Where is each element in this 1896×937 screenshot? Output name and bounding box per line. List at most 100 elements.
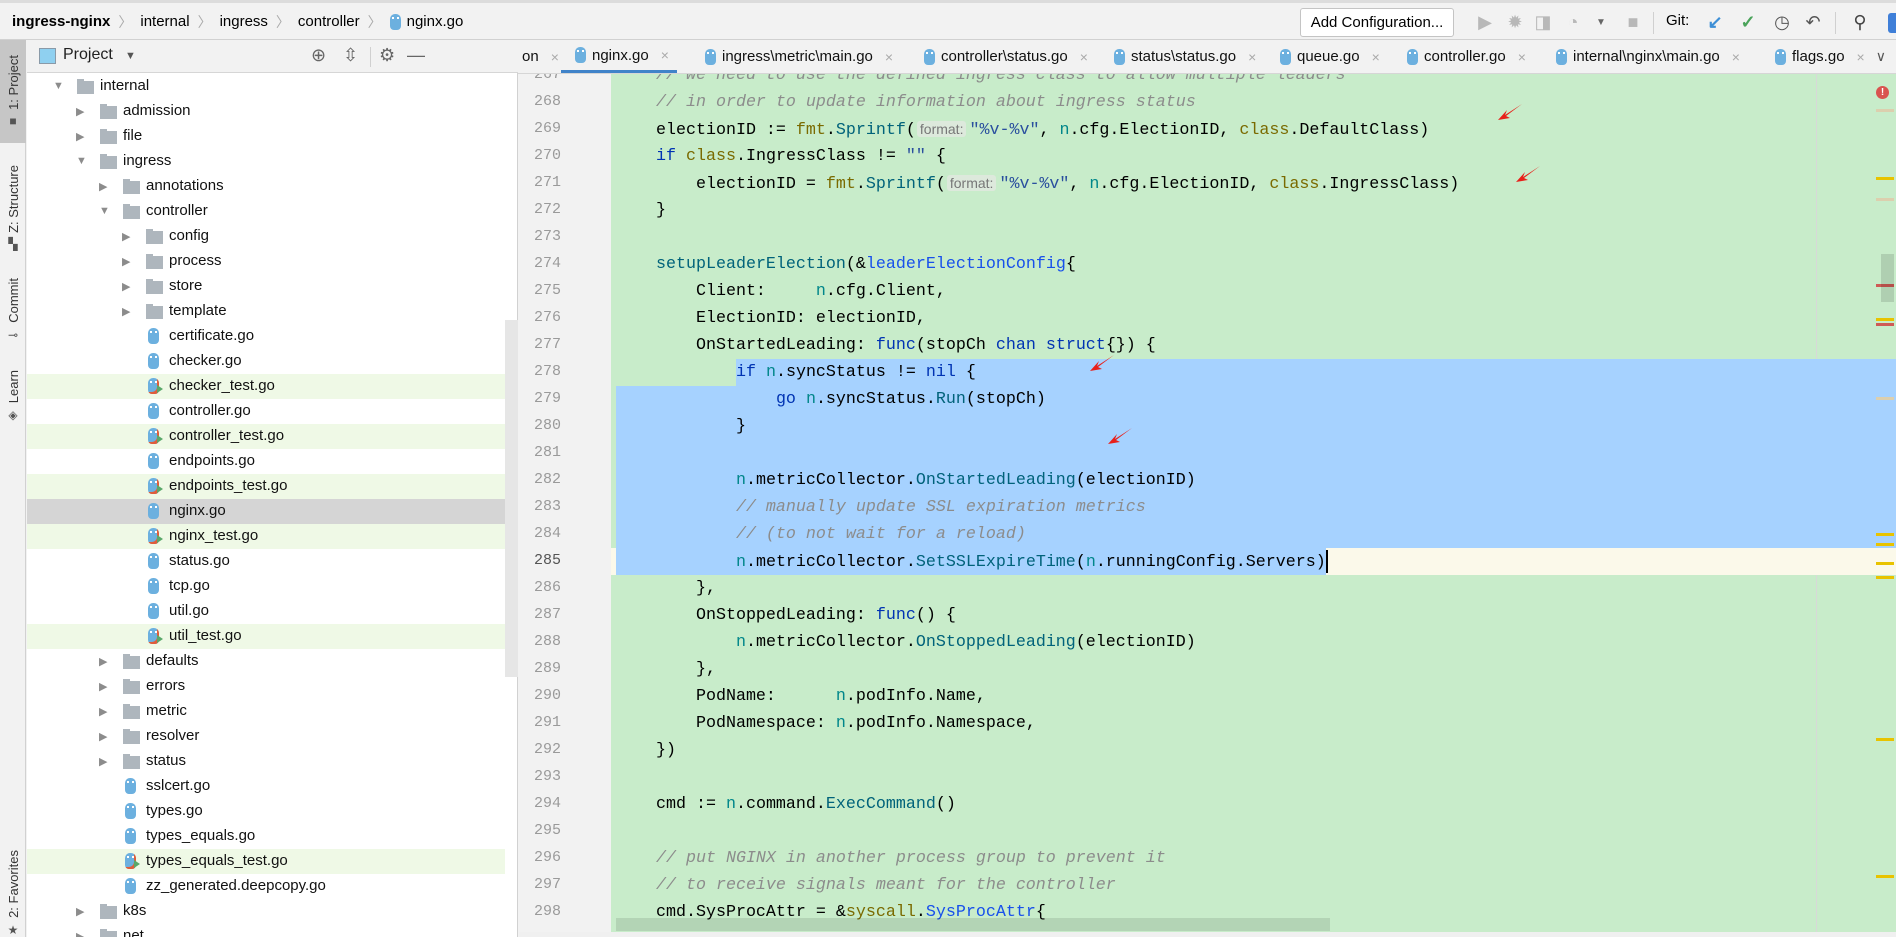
collapsed-arrow-icon[interactable]: ▶ <box>99 680 107 693</box>
line-number[interactable]: 268 <box>519 93 561 110</box>
editor-scrollbar-thumb[interactable] <box>1881 254 1894 302</box>
tree-item[interactable]: ▶ errors <box>27 674 505 699</box>
code-text[interactable]: } <box>616 415 746 438</box>
scrollbar-marker[interactable] <box>1876 576 1894 579</box>
code-text[interactable]: PodName: n.podInfo.Name, <box>616 685 986 708</box>
code-text[interactable]: // (to not wait for a reload) <box>616 523 1026 546</box>
line-number[interactable]: 282 <box>519 471 561 488</box>
tree-item[interactable]: util.go <box>27 599 505 624</box>
close-icon[interactable]: × <box>1518 49 1526 65</box>
collapsed-arrow-icon[interactable]: ▶ <box>99 705 107 718</box>
line-number[interactable]: 267 <box>519 74 561 83</box>
tool-tab-commit[interactable]: Commit ⊸ <box>0 270 26 350</box>
scrollbar-marker[interactable] <box>1876 397 1894 400</box>
line-number[interactable]: 285 <box>519 552 561 569</box>
close-icon[interactable]: × <box>661 47 669 63</box>
code-text[interactable]: }) <box>616 739 676 762</box>
line-number[interactable]: 271 <box>519 174 561 191</box>
git-update-icon[interactable]: ↙ <box>1702 9 1728 35</box>
close-icon[interactable]: × <box>1857 49 1865 65</box>
line-number[interactable]: 278 <box>519 363 561 380</box>
expanded-arrow-icon[interactable]: ▼ <box>76 155 87 167</box>
tree-item[interactable]: nginx_test.go <box>27 524 505 549</box>
collapsed-arrow-icon[interactable]: ▶ <box>122 255 130 268</box>
tree-item[interactable]: certificate.go <box>27 324 505 349</box>
code-editor[interactable]: 267 // we need to use the defined ingres… <box>519 74 1896 932</box>
collapsed-arrow-icon[interactable]: ▶ <box>122 230 130 243</box>
line-number[interactable]: 290 <box>519 687 561 704</box>
expanded-arrow-icon[interactable]: ▼ <box>53 80 64 92</box>
line-number[interactable]: 280 <box>519 417 561 434</box>
tree-item[interactable]: ▶ admission <box>27 99 505 124</box>
line-number[interactable]: 288 <box>519 633 561 650</box>
line-number[interactable]: 292 <box>519 741 561 758</box>
line-number[interactable]: 277 <box>519 336 561 353</box>
tree-item[interactable]: ▶ net <box>27 924 505 937</box>
expanded-arrow-icon[interactable]: ▼ <box>99 205 110 217</box>
coverage-icon[interactable]: ◨ <box>1530 9 1556 35</box>
line-number[interactable]: 283 <box>519 498 561 515</box>
collapsed-arrow-icon[interactable]: ▶ <box>99 655 107 668</box>
tree-item[interactable]: ▶ metric <box>27 699 505 724</box>
line-number[interactable]: 270 <box>519 147 561 164</box>
code-text[interactable]: Client: n.cfg.Client, <box>616 280 946 303</box>
code-text[interactable]: }, <box>616 658 716 681</box>
close-icon[interactable]: × <box>1248 49 1256 65</box>
collapsed-arrow-icon[interactable]: ▶ <box>122 280 130 293</box>
breadcrumb-item[interactable]: internal <box>140 13 189 30</box>
line-number[interactable]: 269 <box>519 120 561 137</box>
chevron-down-icon[interactable]: ∨ <box>1876 48 1886 65</box>
line-number[interactable]: 296 <box>519 849 561 866</box>
breadcrumb-item[interactable]: ingress <box>220 13 268 30</box>
git-rollback-icon[interactable]: ↶ <box>1800 9 1826 35</box>
tree-item[interactable]: ▶ config <box>27 224 505 249</box>
scrollbar-marker[interactable] <box>1876 533 1894 536</box>
tree-item[interactable]: ▶ defaults <box>27 649 505 674</box>
line-number[interactable]: 273 <box>519 228 561 245</box>
code-text[interactable]: // in order to update information about … <box>616 91 1196 114</box>
breadcrumb-item[interactable]: nginx.go <box>407 13 464 30</box>
collapsed-arrow-icon[interactable]: ▶ <box>122 305 130 318</box>
code-text[interactable]: PodNamespace: n.podInfo.Namespace, <box>616 712 1036 735</box>
collapsed-arrow-icon[interactable]: ▶ <box>76 930 84 937</box>
line-number[interactable]: 297 <box>519 876 561 893</box>
tree-item[interactable]: util_test.go <box>27 624 505 649</box>
tree-item[interactable]: ▶ file <box>27 124 505 149</box>
code-text[interactable]: // we need to use the defined ingress cl… <box>616 74 1346 87</box>
scrollbar-marker[interactable] <box>1876 323 1894 326</box>
git-history-icon[interactable]: ◷ <box>1769 9 1795 35</box>
run-icon[interactable]: ▶ <box>1472 9 1498 35</box>
code-text[interactable]: OnStartedLeading: func(stopCh chan struc… <box>616 334 1156 357</box>
code-text[interactable]: electionID = fmt.Sprintf(format: "%v-%v",… <box>616 172 1459 196</box>
tree-item[interactable]: ▶ status <box>27 749 505 774</box>
profile-icon[interactable]: ◔ <box>1560 9 1586 35</box>
editor-tab[interactable]: controller.go × <box>1393 40 1526 73</box>
tree-item[interactable]: zz_generated.deepcopy.go <box>27 874 505 899</box>
code-text[interactable]: cmd := n.command.ExecCommand() <box>616 793 956 816</box>
tool-tab-structure[interactable]: Z: Structure ▚ <box>0 148 26 268</box>
code-text[interactable]: electionID := fmt.Sprintf(format: "%v-%v"… <box>616 118 1429 142</box>
collapsed-arrow-icon[interactable]: ▶ <box>99 755 107 768</box>
line-number[interactable]: 286 <box>519 579 561 596</box>
error-indicator-icon[interactable]: ! <box>1876 86 1889 99</box>
line-number[interactable]: 281 <box>519 444 561 461</box>
project-view-selector[interactable]: Project <box>63 46 113 64</box>
editor-tab[interactable]: flags.go × <box>1761 40 1865 73</box>
close-icon[interactable]: × <box>885 49 893 65</box>
code-text[interactable]: // manually update SSL expiration metric… <box>616 496 1146 519</box>
code-text[interactable]: n.metricCollector.OnStoppedLeading(elect… <box>616 631 1196 654</box>
line-number[interactable]: 289 <box>519 660 561 677</box>
close-icon[interactable]: × <box>1732 49 1740 65</box>
tree-item[interactable]: nginx.go <box>27 499 505 524</box>
tree-item[interactable]: types_equals.go <box>27 824 505 849</box>
line-number[interactable]: 272 <box>519 201 561 218</box>
stop-icon[interactable]: ■ <box>1620 9 1646 35</box>
editor-tab[interactable]: status\status.go × <box>1100 40 1256 73</box>
code-text[interactable]: go n.syncStatus.Run(stopCh) <box>616 388 1046 411</box>
scrollbar-marker[interactable] <box>1876 738 1894 741</box>
collapsed-arrow-icon[interactable]: ▶ <box>76 105 84 118</box>
tree-item[interactable]: ▶ k8s <box>27 899 505 924</box>
gear-icon[interactable]: ⚙ <box>379 45 395 66</box>
tree-item[interactable]: endpoints_test.go <box>27 474 505 499</box>
tree-item[interactable]: ▶ store <box>27 274 505 299</box>
